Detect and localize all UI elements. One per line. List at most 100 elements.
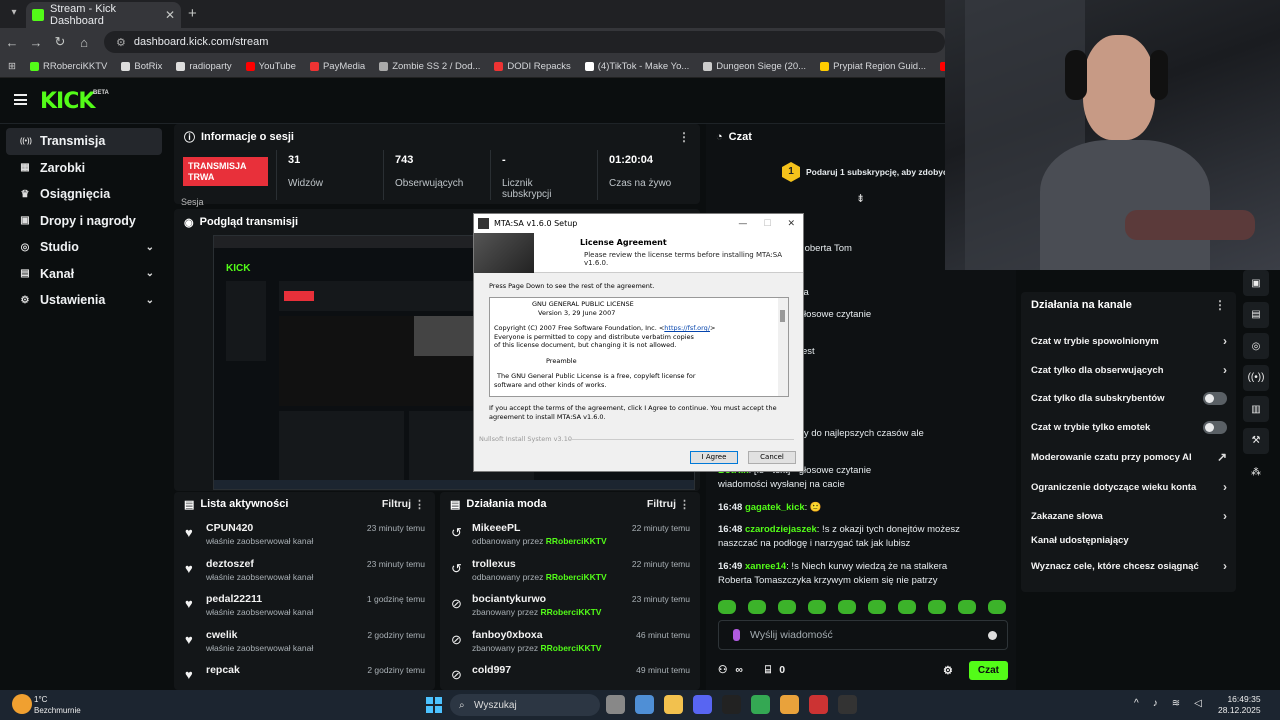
opera-icon[interactable] bbox=[809, 695, 828, 714]
cancel-button[interactable]: Cancel bbox=[748, 451, 796, 464]
task-view-icon[interactable] bbox=[606, 695, 625, 714]
filter-button[interactable]: Filtruj bbox=[647, 498, 676, 510]
license-scrollbar[interactable] bbox=[778, 298, 788, 396]
microphone-icon[interactable]: ♪ bbox=[1153, 698, 1158, 709]
bookmark-item[interactable]: Dungeon Siege (20... bbox=[703, 61, 806, 72]
more-options-icon[interactable]: ⋮ bbox=[414, 498, 425, 511]
apps-grid-icon[interactable]: ⊞ bbox=[8, 61, 16, 72]
sub-gift-prompt[interactable]: Podaruj 1 subskrypcję, aby zdobyć 1 bbox=[806, 167, 955, 177]
file-explorer-icon[interactable] bbox=[664, 695, 683, 714]
channel-option-zakazane-słowa[interactable]: Zakazane słowa › bbox=[1031, 509, 1227, 523]
chat-input[interactable]: Wyślij wiadomość bbox=[718, 620, 1008, 650]
chat-bubble-icon[interactable]: ◎ bbox=[1243, 333, 1269, 359]
emote-icon[interactable] bbox=[898, 600, 916, 614]
widgets-icon[interactable] bbox=[635, 695, 654, 714]
divider bbox=[490, 150, 491, 200]
bookmark-item[interactable]: YouTube bbox=[245, 61, 296, 72]
wrench-icon[interactable]: ⚒ bbox=[1243, 427, 1269, 454]
chrome-profile-icon[interactable] bbox=[780, 695, 799, 714]
windows-start-icon[interactable] bbox=[426, 697, 442, 713]
volume-icon[interactable]: ◁ bbox=[1194, 698, 1202, 709]
emote-icon[interactable] bbox=[988, 600, 1006, 614]
channel-option-czat-w-trybie-spowolnionym[interactable]: Czat w trybie spowolnionym › bbox=[1031, 334, 1227, 348]
clock[interactable]: 16:49:35 28.12.2025 bbox=[1218, 694, 1261, 716]
channel-option-moderowanie-czatu-przy-pomocy-[interactable]: Moderowanie czatu przy pomocy AI ↗ bbox=[1031, 450, 1227, 464]
emote-icon[interactable] bbox=[868, 600, 886, 614]
back-icon[interactable]: ← bbox=[0, 35, 24, 50]
toggle-switch[interactable] bbox=[1203, 392, 1227, 405]
browser-tab[interactable]: Stream - Kick Dashboard ✕ bbox=[26, 2, 181, 28]
forward-icon[interactable]: → bbox=[24, 35, 48, 50]
more-apps-icon[interactable]: ⁂ bbox=[1243, 459, 1269, 485]
bookmark-item[interactable]: Zombie SS 2 / Dod... bbox=[379, 61, 480, 72]
tab-search-icon[interactable]: ▾ bbox=[6, 5, 22, 21]
kick-logo[interactable]: KICK bbox=[40, 89, 95, 114]
menu-icon[interactable] bbox=[14, 94, 27, 105]
sidebar-item-transmisja[interactable]: ((•)) Transmisja bbox=[6, 128, 162, 155]
emote-icon[interactable] bbox=[778, 600, 796, 614]
i-agree-button[interactable]: I Agree bbox=[690, 451, 738, 464]
more-options-icon[interactable]: ⋮ bbox=[679, 498, 690, 511]
gift-icon[interactable]: ⌸ bbox=[765, 664, 771, 677]
emote-icon[interactable] bbox=[748, 600, 766, 614]
sidebar-item-osiągnięcia[interactable]: ♛ Osiągnięcia bbox=[6, 181, 162, 208]
sidebar-item-ustawienia[interactable]: ⚙ Ustawienia ⌄ bbox=[6, 287, 162, 314]
microphone-icon[interactable] bbox=[733, 629, 740, 641]
send-chat-button[interactable]: Czat bbox=[968, 660, 1008, 680]
pin-icon[interactable]: ⇟ bbox=[856, 192, 865, 205]
more-options-icon[interactable]: ⋮ bbox=[678, 130, 690, 144]
channel-option-czat-tylko-dla-subskrybentów[interactable]: Czat tylko dla subskrybentów bbox=[1031, 392, 1227, 405]
channel-option-kanał-udostępniający[interactable]: Kanał udostępniający bbox=[1031, 535, 1227, 546]
channel-option-czat-w-trybie-tylko-emotek[interactable]: Czat w trybie tylko emotek bbox=[1031, 421, 1227, 434]
filter-button[interactable]: Filtruj bbox=[382, 498, 411, 510]
emote-icon[interactable] bbox=[958, 600, 976, 614]
bookmark-item[interactable]: Prypiat Region Guid... bbox=[820, 61, 926, 72]
epic-games-icon[interactable] bbox=[722, 695, 741, 714]
broadcast-icon[interactable]: ((•)) bbox=[1243, 364, 1269, 391]
notes-icon[interactable]: ▤ bbox=[1243, 301, 1269, 328]
more-options-icon[interactable]: ⋮ bbox=[1214, 298, 1226, 312]
installer-taskbar-icon[interactable] bbox=[838, 695, 857, 714]
minimize-icon[interactable]: — bbox=[738, 219, 747, 229]
close-icon[interactable]: ✕ bbox=[787, 219, 795, 229]
sidebar-item-kanał[interactable]: ▤ Kanał ⌄ bbox=[6, 261, 162, 288]
license-textbox[interactable]: GNU GENERAL PUBLIC LICENSE Version 3, 29… bbox=[489, 297, 789, 397]
tray-chevron-icon[interactable]: ^ bbox=[1134, 698, 1139, 709]
panel-icon[interactable]: ▥ bbox=[1243, 396, 1269, 422]
chat-settings-icon[interactable]: ⚙ bbox=[943, 664, 953, 677]
close-tab-icon[interactable]: ✕ bbox=[165, 8, 175, 22]
emote-icon[interactable] bbox=[808, 600, 826, 614]
emote-icon[interactable] bbox=[928, 600, 946, 614]
chrome-icon[interactable] bbox=[751, 695, 770, 714]
home-icon[interactable]: ⌂ bbox=[72, 35, 96, 50]
site-info-icon[interactable]: ⚙ bbox=[116, 36, 126, 49]
emote-icon[interactable] bbox=[838, 600, 856, 614]
emoji-icon[interactable] bbox=[988, 630, 997, 640]
discord-icon[interactable] bbox=[693, 695, 712, 714]
url-input[interactable]: ⚙ dashboard.kick.com/stream bbox=[104, 31, 945, 53]
bookmark-item[interactable]: DODI Repacks bbox=[494, 61, 571, 72]
sidebar-item-zarobki[interactable]: ▦ Zarobki bbox=[6, 155, 162, 182]
emote-icon[interactable] bbox=[718, 600, 736, 614]
bookmark-item[interactable]: RRoberciKKTV bbox=[29, 61, 107, 72]
weather-icon[interactable] bbox=[12, 694, 32, 714]
wifi-icon[interactable]: ≋ bbox=[1172, 698, 1180, 709]
toggle-switch[interactable] bbox=[1203, 421, 1227, 434]
bookmark-item[interactable]: BotRix bbox=[121, 61, 162, 72]
weather-widget[interactable]: 1°C Bezchmurnie bbox=[34, 694, 81, 716]
bookmark-item[interactable]: radioparty bbox=[176, 61, 232, 72]
taskbar-search[interactable]: ⌕ Wyszukaj bbox=[450, 694, 600, 716]
bookmark-item[interactable]: (4)TikTok - Make Yo... bbox=[584, 61, 689, 72]
reload-icon[interactable]: ↻ bbox=[48, 34, 72, 50]
maximize-icon[interactable]: ☐ bbox=[763, 219, 771, 229]
stream-icon[interactable]: ▣ bbox=[1243, 270, 1269, 296]
fsf-link[interactable]: https://fsf.org/ bbox=[664, 324, 710, 332]
new-tab-icon[interactable]: + bbox=[188, 5, 197, 22]
channel-option-czat-tylko-dla-obserwujących[interactable]: Czat tylko dla obserwujących › bbox=[1031, 363, 1227, 377]
channel-option-wyznacz-cele,-które-chcesz-osi[interactable]: Wyznacz cele, które chcesz osiągnąć › bbox=[1031, 559, 1227, 573]
sidebar-item-dropy-i-nagrody[interactable]: ▣ Dropy i nagrody bbox=[6, 208, 162, 235]
bookmark-item[interactable]: PayMedia bbox=[309, 61, 365, 72]
points-icon[interactable]: ⚇ bbox=[718, 664, 727, 676]
channel-option-ograniczenie-dotyczące-wieku-k[interactable]: Ograniczenie dotyczące wieku konta › bbox=[1031, 480, 1227, 494]
sidebar-item-studio[interactable]: ◎ Studio ⌄ bbox=[6, 234, 162, 261]
